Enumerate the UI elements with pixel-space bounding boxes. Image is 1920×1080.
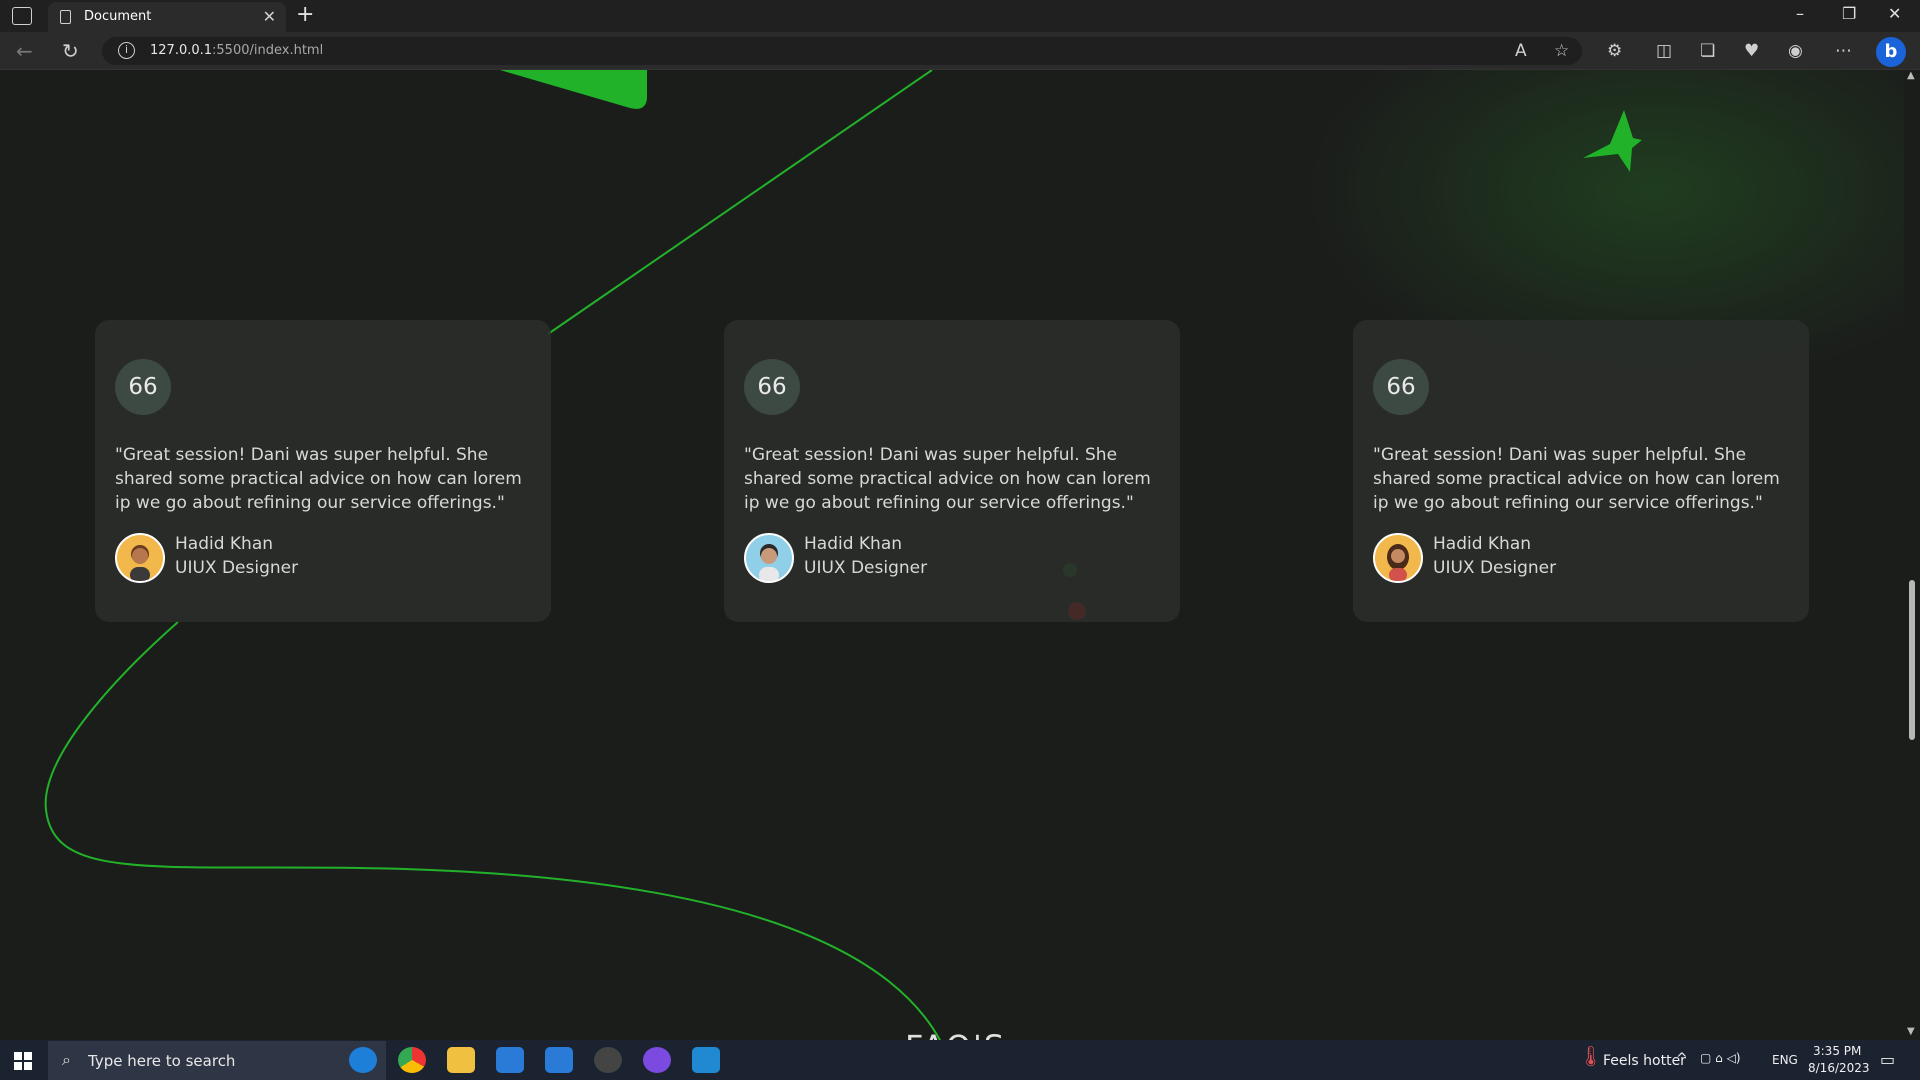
collections-icon[interactable]: ❏ bbox=[1700, 41, 1715, 61]
testimonial-card: 66 "Great session! Dani was super helpfu… bbox=[1353, 320, 1809, 622]
person-name: Hadid Khan bbox=[804, 534, 903, 554]
refresh-icon[interactable]: ↻ bbox=[62, 39, 79, 63]
weather-text[interactable]: Feels hotter bbox=[1603, 1053, 1686, 1069]
tray-chevron-icon[interactable]: ^ bbox=[1676, 1051, 1688, 1067]
person-role: UIUX Designer bbox=[804, 558, 928, 578]
testimonial-card: 66 "Great session! Dani was super helpfu… bbox=[724, 320, 1180, 622]
back-icon[interactable]: ← bbox=[16, 39, 33, 63]
search-icon: ⌕ bbox=[62, 1050, 71, 1069]
tab-actions-icon[interactable] bbox=[12, 7, 32, 25]
avatar bbox=[1373, 533, 1423, 583]
tab-title: Document bbox=[84, 9, 152, 24]
star-shape bbox=[1583, 110, 1642, 172]
person-name: Hadid Khan bbox=[1433, 534, 1532, 554]
review-text: "Great session! Dani was super helpful. … bbox=[1373, 445, 1780, 513]
search-placeholder: Type here to search bbox=[88, 1052, 236, 1070]
person-role: UIUX Designer bbox=[175, 558, 299, 578]
chrome-app-icon[interactable] bbox=[398, 1047, 426, 1073]
avatar bbox=[744, 533, 794, 583]
tray-icons[interactable]: ▢ ⌂ ◁) bbox=[1700, 1051, 1741, 1065]
profile-icon[interactable]: ◉ bbox=[1788, 41, 1803, 61]
page-viewport: 66 "Great session! Dani was super helpfu… bbox=[0, 70, 1904, 1040]
mail-app-icon[interactable] bbox=[545, 1047, 573, 1073]
weather-icon[interactable]: 🌡 bbox=[1578, 1044, 1603, 1068]
site-info-icon[interactable]: i bbox=[118, 42, 135, 59]
review-text: "Great session! Dani was super helpful. … bbox=[744, 445, 1151, 513]
green-wedge-shape bbox=[500, 70, 647, 109]
address-toolbar: ← ↻ i 127.0.0.1:5500/index.html A ☆ ⚙ ◫ … bbox=[0, 32, 1920, 70]
avatar bbox=[115, 533, 165, 583]
scroll-up-icon[interactable]: ▲ bbox=[1907, 70, 1915, 81]
url-text: 127.0.0.1:5500/index.html bbox=[150, 43, 324, 58]
faq-heading: FAQ'S bbox=[905, 1028, 1006, 1040]
favorite-star-icon[interactable]: ☆ bbox=[1554, 41, 1569, 61]
close-tab-icon[interactable]: ✕ bbox=[263, 7, 276, 26]
document-icon bbox=[60, 10, 71, 24]
windows-start-icon[interactable] bbox=[14, 1052, 32, 1070]
page-scrollbar[interactable]: ▲ ▼ bbox=[1904, 70, 1920, 1040]
minimize-icon[interactable]: – bbox=[1796, 4, 1804, 23]
extensions-icon[interactable]: ⚙ bbox=[1607, 41, 1622, 61]
person-role: UIUX Designer bbox=[1433, 558, 1557, 578]
restore-icon[interactable]: ❐ bbox=[1842, 4, 1856, 23]
clock-time[interactable]: 3:35 PM bbox=[1813, 1044, 1861, 1058]
quote-badge: 66 bbox=[744, 359, 800, 415]
tab-document[interactable]: Document ✕ bbox=[48, 2, 286, 32]
language-indicator[interactable]: ENG bbox=[1772, 1053, 1798, 1067]
file-explorer-icon[interactable] bbox=[447, 1047, 475, 1073]
github-app-icon[interactable] bbox=[643, 1047, 671, 1073]
bing-copilot-icon[interactable]: b bbox=[1876, 37, 1906, 67]
quote-badge: 66 bbox=[1373, 359, 1429, 415]
close-window-icon[interactable]: ✕ bbox=[1888, 4, 1901, 23]
vscode-app-icon[interactable] bbox=[692, 1047, 720, 1073]
windows-taskbar: ⌕ Type here to search 🌡 Feels hotter ^ ▢… bbox=[0, 1040, 1920, 1080]
more-options-icon[interactable]: ⋯ bbox=[1835, 41, 1852, 61]
store-app-icon[interactable] bbox=[496, 1047, 524, 1073]
scroll-thumb[interactable] bbox=[1909, 580, 1915, 740]
edge-app-icon[interactable] bbox=[349, 1047, 377, 1073]
testimonial-card: 66 "Great session! Dani was super helpfu… bbox=[95, 320, 551, 622]
media-player-icon[interactable] bbox=[594, 1047, 622, 1073]
split-screen-icon[interactable]: ◫ bbox=[1656, 41, 1672, 61]
new-tab-button[interactable]: + bbox=[296, 2, 314, 27]
browser-tab-bar: Document ✕ + – ❐ ✕ bbox=[0, 0, 1920, 32]
read-aloud-icon[interactable]: A bbox=[1515, 41, 1527, 61]
notifications-icon[interactable]: ▭ bbox=[1880, 1050, 1895, 1069]
person-name: Hadid Khan bbox=[175, 534, 274, 554]
quote-badge: 66 bbox=[115, 359, 171, 415]
performance-icon[interactable]: ♥ bbox=[1744, 41, 1759, 61]
clock-date[interactable]: 8/16/2023 bbox=[1808, 1061, 1870, 1075]
taskbar-search-box[interactable]: ⌕ Type here to search bbox=[48, 1041, 386, 1080]
url-field[interactable]: i 127.0.0.1:5500/index.html bbox=[102, 37, 1582, 65]
review-text: "Great session! Dani was super helpful. … bbox=[115, 445, 522, 513]
scroll-down-icon[interactable]: ▼ bbox=[1907, 1026, 1915, 1037]
